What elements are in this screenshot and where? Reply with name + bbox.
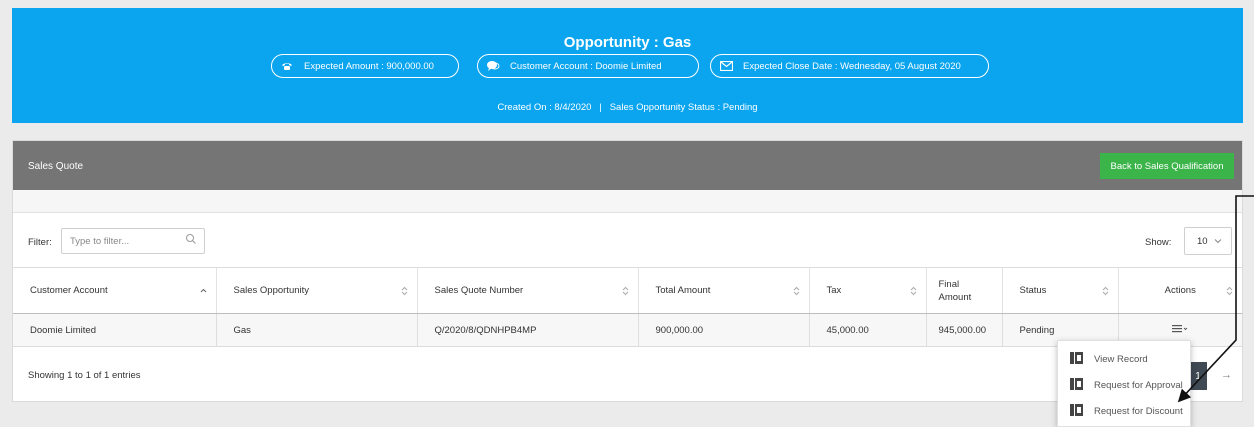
customer-account-pill: Customer Account : Doomie Limited: [477, 54, 699, 78]
opportunity-banner: Opportunity : Gas Expected Amount : 900,…: [12, 8, 1243, 123]
header-label: Tax: [826, 285, 842, 296]
menu-item-label: Request for Discount: [1094, 405, 1183, 417]
header-label: Actions: [1164, 285, 1196, 296]
record-icon: [1070, 404, 1084, 418]
cell-final-amount: 945,000.00: [926, 313, 1003, 347]
cell-tax: 45,000.00: [809, 313, 927, 347]
actions-menu-icon[interactable]: [1172, 324, 1188, 336]
table-header-row: Customer Account Sales Opportunity Sales…: [13, 267, 1242, 314]
col-total-amount[interactable]: Total Amount: [638, 267, 810, 314]
expected-amount-text: Expected Amount : 900,000.00: [304, 60, 434, 72]
cell-sales-quote-number: Q/2020/8/QDNHPB4MP: [417, 313, 639, 347]
menu-item-label: Request for Approval: [1094, 379, 1183, 391]
sales-quote-table: Customer Account Sales Opportunity Sales…: [13, 267, 1242, 347]
sort-icon: [1226, 286, 1233, 296]
header-label: Sales Quote Number: [434, 285, 524, 296]
cell-total-amount: 900,000.00: [638, 313, 810, 347]
table-info: Showing 1 to 1 of 1 entries: [28, 370, 141, 381]
expected-close-date-text: Expected Close Date : Wednesday, 05 Augu…: [743, 60, 961, 72]
next-page-button[interactable]: →: [1221, 369, 1232, 381]
expected-close-date-pill: Expected Close Date : Wednesday, 05 Augu…: [710, 54, 989, 78]
col-tax[interactable]: Tax: [809, 267, 927, 314]
col-actions[interactable]: Actions: [1118, 267, 1242, 314]
menu-item-view-record[interactable]: View Record: [1058, 347, 1190, 371]
sort-icon: [793, 286, 800, 296]
sort-asc-icon: [200, 286, 207, 296]
menu-item-label: View Record: [1094, 353, 1148, 365]
menu-item-request-approval[interactable]: Request for Approval: [1058, 373, 1190, 397]
header-label: Status: [1019, 285, 1047, 296]
opportunity-meta: Created On : 8/4/2020 | Sales Opportunit…: [497, 102, 758, 113]
sort-icon: [401, 286, 408, 296]
envelope-icon: [719, 59, 733, 73]
sort-icon: [910, 286, 917, 296]
sort-icon: [622, 286, 629, 296]
col-sales-opportunity[interactable]: Sales Opportunity: [216, 267, 418, 314]
actions-dropdown-menu: View Record Request for Approval Request…: [1057, 340, 1191, 427]
sort-icon: [1102, 286, 1109, 296]
col-status[interactable]: Status: [1002, 267, 1119, 314]
col-sales-quote-number[interactable]: Sales Quote Number: [417, 267, 639, 314]
chat-icon: [486, 59, 500, 73]
page-1-button[interactable]: 1: [1189, 362, 1207, 390]
cell-customer-account: Doomie Limited: [13, 313, 217, 347]
header-label: Customer Account: [30, 285, 108, 296]
header-label: Final Amount: [938, 278, 972, 303]
header-label: Sales Opportunity: [233, 285, 310, 296]
header-label: Total Amount: [655, 285, 711, 296]
opportunity-title: Opportunity : Gas: [563, 34, 692, 51]
customer-account-text: Customer Account : Doomie Limited: [510, 60, 662, 72]
record-icon: [1070, 378, 1084, 392]
expected-amount-pill: Expected Amount : 900,000.00: [271, 54, 459, 78]
col-customer-account[interactable]: Customer Account: [13, 267, 217, 314]
cell-sales-opportunity: Gas: [216, 313, 418, 347]
menu-item-request-discount[interactable]: Request for Discount: [1058, 399, 1190, 423]
col-final-amount[interactable]: Final Amount: [926, 267, 1003, 314]
record-icon: [1070, 352, 1084, 366]
phone-icon: [280, 59, 294, 73]
